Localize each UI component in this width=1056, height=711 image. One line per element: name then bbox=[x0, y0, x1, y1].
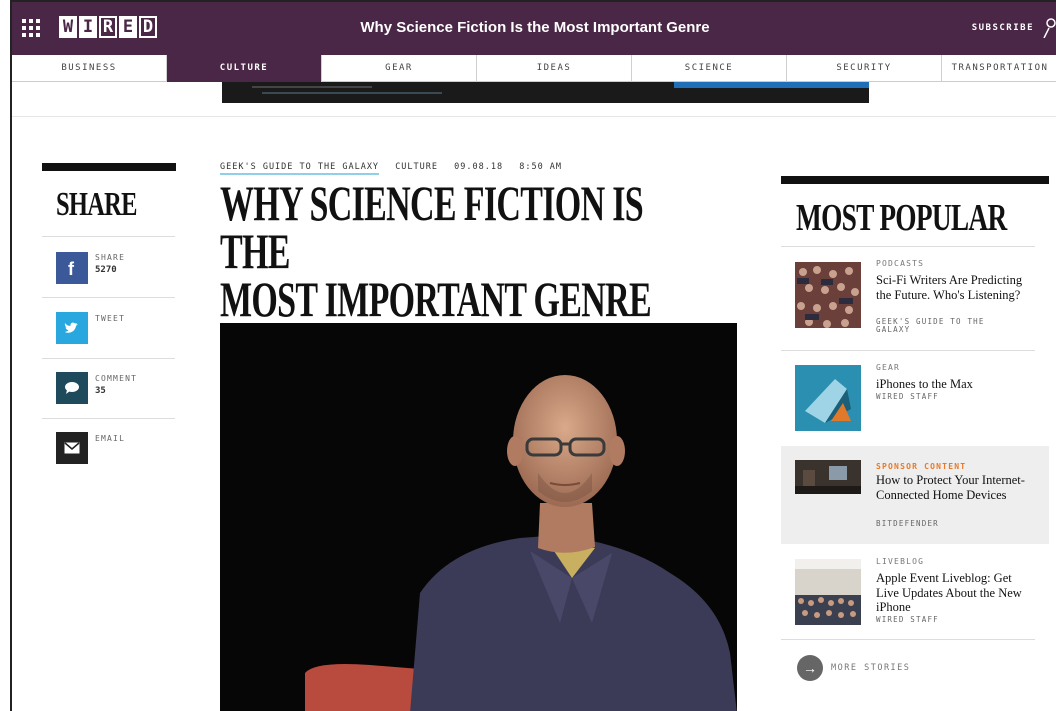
nav-item-business[interactable]: BUSINESS bbox=[12, 55, 167, 82]
divider bbox=[781, 246, 1035, 247]
email-share-button[interactable] bbox=[56, 432, 88, 464]
story-headline[interactable]: How to Protect Your Internet-Connected H… bbox=[876, 473, 1036, 502]
article-headline: WHY SCIENCE FICTION IS THE MOST IMPORTAN… bbox=[220, 175, 696, 327]
story-byline: WIRED STAFF bbox=[876, 392, 939, 401]
more-stories-label: MORE STORIES bbox=[831, 663, 911, 673]
story-byline: GEEK'S GUIDE TO THE GALAXY bbox=[876, 317, 985, 334]
article-time: 8:50 AM bbox=[519, 162, 563, 172]
category-link[interactable]: GEEK'S GUIDE TO THE GALAXY bbox=[220, 162, 380, 175]
story-headline[interactable]: Apple Event Liveblog: Get Live Updates A… bbox=[876, 571, 1036, 615]
tweet-label: TWEET bbox=[95, 314, 126, 323]
hero-photo bbox=[220, 323, 737, 711]
divider bbox=[42, 236, 175, 237]
nav-item-science[interactable]: SCIENCE bbox=[632, 55, 787, 82]
browser-viewport: W I R E D Why Science Fiction Is the Mos… bbox=[10, 0, 1056, 711]
share-rule bbox=[42, 163, 176, 171]
divider bbox=[42, 358, 175, 359]
header-article-title: Why Science Fiction Is the Most Importan… bbox=[360, 19, 710, 36]
ad-banner[interactable] bbox=[222, 82, 869, 103]
divider bbox=[12, 116, 1056, 117]
user-icon[interactable] bbox=[1042, 18, 1056, 38]
speaker-portrait bbox=[220, 323, 737, 711]
most-popular-rule bbox=[781, 176, 1049, 184]
comment-icon bbox=[65, 382, 79, 394]
headline-line: MOST IMPORTANT GENRE bbox=[220, 271, 652, 327]
story-thumbnail bbox=[795, 460, 861, 494]
story-byline: BITDEFENDER bbox=[876, 519, 939, 528]
story-thumbnail bbox=[795, 559, 861, 625]
email-label: EMAIL bbox=[95, 434, 126, 443]
twitter-icon bbox=[64, 322, 78, 333]
story-byline: WIRED STAFF bbox=[876, 615, 939, 624]
arrow-right-icon: → bbox=[797, 655, 823, 681]
story-category: GEAR bbox=[876, 363, 901, 372]
story-headline[interactable]: iPhones to the Max bbox=[876, 377, 1036, 392]
facebook-icon: f bbox=[68, 259, 75, 277]
divider bbox=[781, 350, 1035, 351]
comment-count: 35 bbox=[95, 386, 106, 396]
section-nav: BUSINESS CULTURE GEAR IDEAS SCIENCE SECU… bbox=[12, 55, 1056, 82]
most-popular-heading: MOST POPULAR bbox=[796, 197, 1007, 239]
story-thumbnail bbox=[795, 262, 861, 328]
story-thumbnail bbox=[795, 365, 861, 431]
story-headline[interactable]: Sci-Fi Writers Are Predicting the Future… bbox=[876, 273, 1036, 302]
share-heading: SHARE bbox=[56, 186, 137, 223]
divider bbox=[42, 297, 175, 298]
comment-button[interactable] bbox=[56, 372, 88, 404]
sponsor-label: SPONSOR CONTENT bbox=[876, 462, 967, 471]
section-link[interactable]: CULTURE bbox=[395, 162, 438, 172]
share-count: 5270 bbox=[95, 265, 117, 275]
story-category: LIVEBLOG bbox=[876, 557, 925, 566]
comment-label: COMMENT bbox=[95, 374, 138, 383]
more-stories-button[interactable]: → MORE STORIES bbox=[797, 655, 910, 681]
article-meta: GEEK'S GUIDE TO THE GALAXY CULTURE 09.08… bbox=[220, 162, 572, 175]
twitter-share-button[interactable] bbox=[56, 312, 88, 344]
divider bbox=[42, 418, 175, 419]
popular-story-gear[interactable]: GEAR iPhones to the Max WIRED STAFF bbox=[781, 354, 1049, 442]
facebook-share-button[interactable]: f bbox=[56, 252, 88, 284]
site-header: W I R E D Why Science Fiction Is the Mos… bbox=[12, 2, 1056, 55]
email-icon bbox=[64, 442, 80, 454]
nav-item-culture[interactable]: CULTURE bbox=[167, 55, 322, 82]
divider bbox=[781, 639, 1035, 640]
subscribe-button[interactable]: SUBSCRIBE bbox=[972, 23, 1034, 33]
nav-item-gear[interactable]: GEAR bbox=[322, 55, 477, 82]
popular-story-podcasts[interactable]: PODCASTS Sci-Fi Writers Are Predicting t… bbox=[781, 252, 1049, 347]
svg-text:f: f bbox=[68, 259, 75, 277]
story-category: PODCASTS bbox=[876, 259, 925, 268]
popular-story-liveblog[interactable]: LIVEBLOG Apple Event Liveblog: Get Live … bbox=[781, 547, 1049, 639]
share-label: SHARE bbox=[95, 253, 126, 262]
nav-item-transportation[interactable]: TRANSPORTATION bbox=[942, 55, 1056, 82]
sponsored-story[interactable]: SPONSOR CONTENT How to Protect Your Inte… bbox=[781, 446, 1049, 544]
article-date: 09.08.18 bbox=[454, 162, 504, 172]
nav-item-security[interactable]: SECURITY bbox=[787, 55, 942, 82]
nav-item-ideas[interactable]: IDEAS bbox=[477, 55, 632, 82]
headline-line: WHY SCIENCE FICTION IS THE bbox=[220, 175, 644, 279]
